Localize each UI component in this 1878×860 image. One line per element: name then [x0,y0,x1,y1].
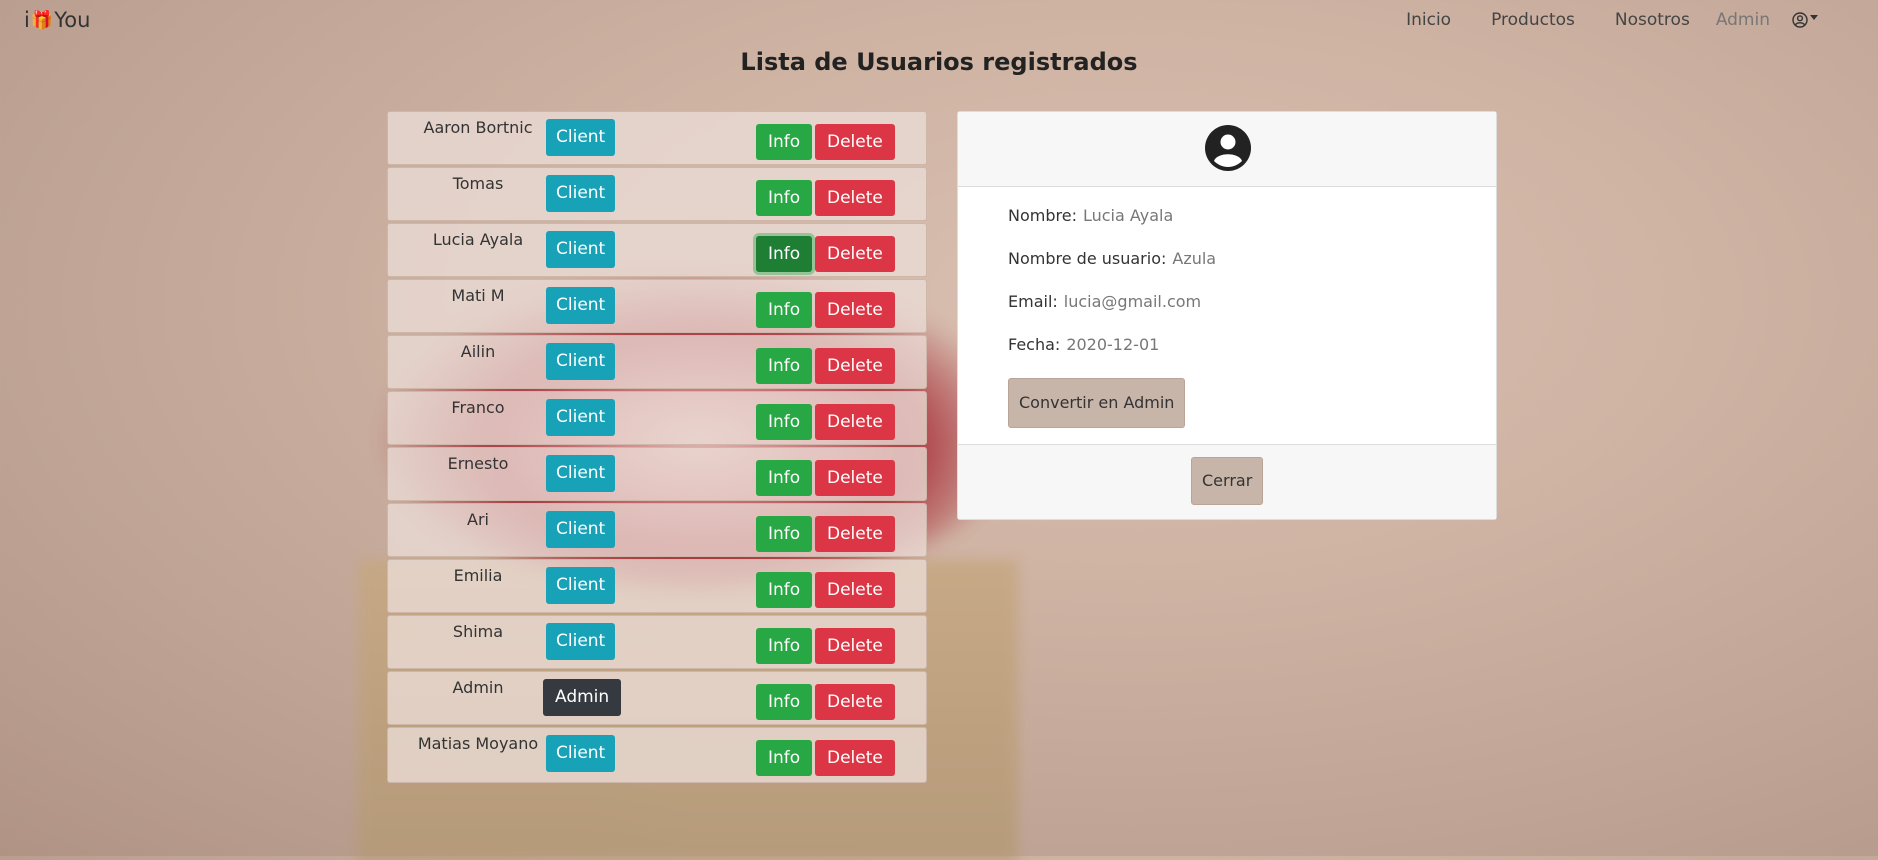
user-circle-icon [1792,12,1808,28]
info-button[interactable]: Info [756,348,813,384]
info-button[interactable]: Info [756,516,813,552]
user-row: Admin Admin Info Delete [387,671,927,725]
delete-button[interactable]: Delete [815,740,895,776]
user-name: Aaron Bortnic [423,118,533,137]
delete-button[interactable]: Delete [815,124,895,160]
close-button[interactable]: Cerrar [1191,457,1264,505]
user-row: Ari Client Info Delete [387,503,927,557]
delete-button[interactable]: Delete [815,516,895,552]
detail-nombre: Nombre: Lucia Ayala [1008,206,1173,225]
info-button[interactable]: Info [756,404,813,440]
role-button[interactable]: Client [546,511,616,548]
nombre-label: Nombre: [1008,206,1077,225]
user-name: Franco [451,398,505,417]
user-name: Tomas [452,174,504,193]
info-button[interactable]: Info [756,236,813,272]
delete-button[interactable]: Delete [815,236,895,272]
delete-button[interactable]: Delete [815,348,895,384]
user-name: Ari [467,510,489,529]
info-button[interactable]: Info [756,292,813,328]
usuario-label: Nombre de usuario: [1008,249,1167,268]
nombre-value: Lucia Ayala [1082,206,1174,225]
user-name: Lucia Ayala [432,230,524,249]
usuario-value: Azula [1172,249,1217,268]
role-button[interactable]: Client [546,287,616,324]
delete-button[interactable]: Delete [815,628,895,664]
user-name: Mati M [451,286,505,305]
role-button[interactable]: Client [546,399,616,436]
delete-button[interactable]: Delete [815,180,895,216]
user-row: Ailin Client Info Delete [387,335,927,389]
user-name: Matias Moyano [417,734,539,753]
chevron-down-icon [1810,14,1818,20]
user-name: Shima [452,622,504,641]
card-footer: Cerrar [958,444,1496,519]
delete-button[interactable]: Delete [815,292,895,328]
detail-email: Email: lucia@gmail.com [1008,292,1201,311]
role-button[interactable]: Client [546,343,616,380]
user-row: Lucia Ayala Client Info Delete [387,223,927,277]
info-button[interactable]: Info [756,740,813,776]
info-button[interactable]: Info [756,684,813,720]
user-menu-dropdown[interactable] [1792,12,1818,28]
user-list: Aaron Bortnic Client Info Delete Tomas C… [387,111,927,785]
nav-admin[interactable]: Admin [1716,10,1770,30]
user-row: Aaron Bortnic Client Info Delete [387,111,927,165]
delete-button[interactable]: Delete [815,460,895,496]
user-detail-card: Nombre: Lucia Ayala Nombre de usuario: Azu… [957,111,1497,520]
delete-button[interactable]: Delete [815,684,895,720]
detail-fecha: Fecha: 2020-12-01 [1008,335,1159,354]
info-button[interactable]: Info [756,124,813,160]
nav-productos[interactable]: Productos [1491,10,1575,30]
card-header [958,112,1496,187]
info-button[interactable]: Info [756,572,813,608]
role-button[interactable]: Client [546,231,616,268]
email-label: Email: [1008,292,1058,311]
user-name: Emilia [453,566,503,585]
user-name: Ernesto [447,454,509,473]
user-name: Ailin [460,342,496,361]
user-row: Ernesto Client Info Delete [387,447,927,501]
delete-button[interactable]: Delete [815,572,895,608]
nav-nosotros[interactable]: Nosotros [1615,10,1690,30]
page-title: Lista de Usuarios registrados [740,48,1138,76]
info-button[interactable]: Info [756,628,813,664]
role-button[interactable]: Admin [543,679,622,716]
brand-logo[interactable]: i 🎁 You [24,8,90,32]
role-button[interactable]: Client [546,735,616,772]
role-button[interactable]: Client [546,567,616,604]
user-row: Emilia Client Info Delete [387,559,927,613]
navbar: Inicio Productos Nosotros Admin [1366,10,1818,30]
brand-prefix: i [24,8,30,32]
user-row: Matias Moyano Client Info Delete [387,727,927,783]
role-button[interactable]: Client [546,623,616,660]
user-name: Admin [452,678,504,697]
role-button[interactable]: Client [546,119,616,156]
role-button[interactable]: Client [546,175,616,212]
email-value: lucia@gmail.com [1063,292,1202,311]
fecha-label: Fecha: [1008,335,1061,354]
fecha-value: 2020-12-01 [1066,335,1160,354]
gift-icon: 🎁 [30,9,54,31]
info-button[interactable]: Info [756,180,813,216]
nav-inicio[interactable]: Inicio [1406,10,1451,30]
user-avatar-icon [1205,125,1251,171]
user-row: Shima Client Info Delete [387,615,927,669]
user-row: Tomas Client Info Delete [387,167,927,221]
role-button[interactable]: Client [546,455,616,492]
info-button[interactable]: Info [756,460,813,496]
user-row: Mati M Client Info Delete [387,279,927,333]
user-row: Franco Client Info Delete [387,391,927,445]
delete-button[interactable]: Delete [815,404,895,440]
convert-admin-button[interactable]: Convertir en Admin [1008,378,1186,428]
brand-suffix: You [54,8,91,32]
detail-usuario: Nombre de usuario: Azula [1008,249,1216,268]
